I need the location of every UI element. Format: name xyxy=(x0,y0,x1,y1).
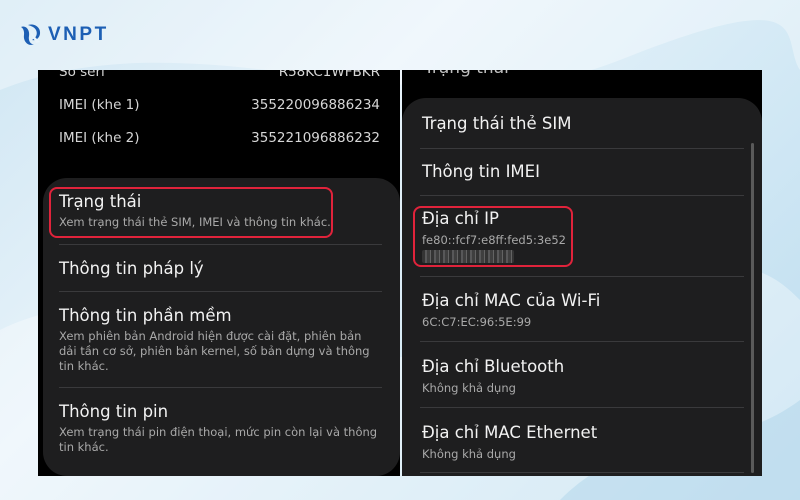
status-list-card: Trạng thái thẻ SIM Thông tin IMEI Địa ch… xyxy=(402,98,762,476)
menu-item-software-info[interactable]: Thông tin phần mềm Xem phiên bản Android… xyxy=(59,306,381,374)
divider xyxy=(420,276,744,277)
divider xyxy=(420,407,744,408)
status-screen: Trạng thái Trạng thái thẻ SIM Thông tin … xyxy=(402,70,762,476)
vnpt-logo-icon xyxy=(21,24,41,45)
list-item-bluetooth-address: Địa chỉ Bluetooth Không khả dụng xyxy=(422,357,746,396)
imei-slot1-row: IMEI (khe 1) 355220096886234 xyxy=(59,97,380,113)
bluetooth-address-value: Không khả dụng xyxy=(422,381,516,395)
serial-label: Số sêri xyxy=(59,70,105,80)
ip-address-highlight-box xyxy=(413,206,573,267)
list-item-sim-status[interactable]: Trạng thái thẻ SIM xyxy=(422,114,746,134)
menu-item-battery-info[interactable]: Thông tin pin Xem trạng thái pin điện th… xyxy=(59,402,381,455)
wifi-mac-value: 6C:C7:EC:96:5E:99 xyxy=(422,315,532,329)
imei-slot2-label: IMEI (khe 2) xyxy=(59,130,140,146)
scrollbar[interactable] xyxy=(751,143,754,473)
imei-info-title: Thông tin IMEI xyxy=(422,162,540,181)
list-item-wifi-mac: Địa chỉ MAC của Wi-Fi 6C:C7:EC:96:5E:99 xyxy=(422,291,746,330)
page-title: Trạng thái xyxy=(424,70,509,78)
sim-status-title: Trạng thái thẻ SIM xyxy=(422,114,572,133)
ethernet-mac-title: Địa chỉ MAC Ethernet xyxy=(422,423,598,442)
divider xyxy=(59,291,382,292)
divider xyxy=(420,472,744,473)
menu-item-battery-subtitle: Xem trạng thái pin điện thoại, mức pin c… xyxy=(59,425,378,454)
divider xyxy=(420,195,744,196)
wifi-mac-title: Địa chỉ MAC của Wi-Fi xyxy=(422,291,601,310)
imei-slot2-row: IMEI (khe 2) 355221096886232 xyxy=(59,130,380,146)
menu-item-legal-info[interactable]: Thông tin pháp lý xyxy=(59,259,381,279)
divider xyxy=(59,387,382,388)
serial-value: R58KC1WFBKR xyxy=(278,70,380,80)
serial-row: Số sêri R58KC1WFBKR xyxy=(59,70,380,80)
list-item-imei-info[interactable]: Thông tin IMEI xyxy=(422,162,746,182)
vnpt-logo-text: VNPT xyxy=(48,24,109,45)
menu-item-software-title: Thông tin phần mềm xyxy=(59,306,232,325)
vnpt-logo: VNPT xyxy=(18,22,109,48)
ethernet-mac-value: Không khả dụng xyxy=(422,447,516,461)
divider xyxy=(59,244,382,245)
menu-item-legal-title: Thông tin pháp lý xyxy=(59,259,204,278)
menu-item-battery-title: Thông tin pin xyxy=(59,402,169,421)
status-highlight-box xyxy=(49,187,333,238)
imei-slot1-label: IMEI (khe 1) xyxy=(59,97,140,113)
divider xyxy=(420,148,744,149)
list-item-ethernet-mac: Địa chỉ MAC Ethernet Không khả dụng xyxy=(422,423,746,462)
divider xyxy=(420,341,744,342)
about-phone-screen: Số sêri R58KC1WFBKR IMEI (khe 1) 3552200… xyxy=(38,70,400,476)
imei-slot2-value: 355221096886232 xyxy=(251,130,380,146)
bluetooth-address-title: Địa chỉ Bluetooth xyxy=(422,357,565,376)
imei-slot1-value: 355220096886234 xyxy=(251,97,380,113)
menu-item-software-subtitle: Xem phiên bản Android hiện được cài đặt,… xyxy=(59,329,370,373)
